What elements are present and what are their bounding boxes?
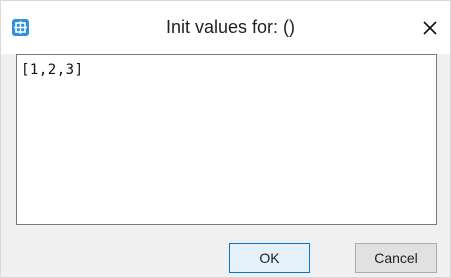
cancel-button[interactable]: Cancel: [355, 243, 437, 273]
close-button[interactable]: [415, 14, 445, 42]
title-bar[interactable]: Init values for: (): [1, 1, 450, 54]
dialog-title: Init values for: (): [165, 17, 296, 37]
init-values-dialog: Init values for: () [1,2,3] OK Cancel: [0, 0, 451, 278]
close-icon: [423, 21, 437, 35]
ok-button[interactable]: OK: [229, 243, 310, 273]
init-values-editor[interactable]: [1,2,3]: [16, 54, 437, 225]
app-window-icon: [12, 19, 29, 36]
